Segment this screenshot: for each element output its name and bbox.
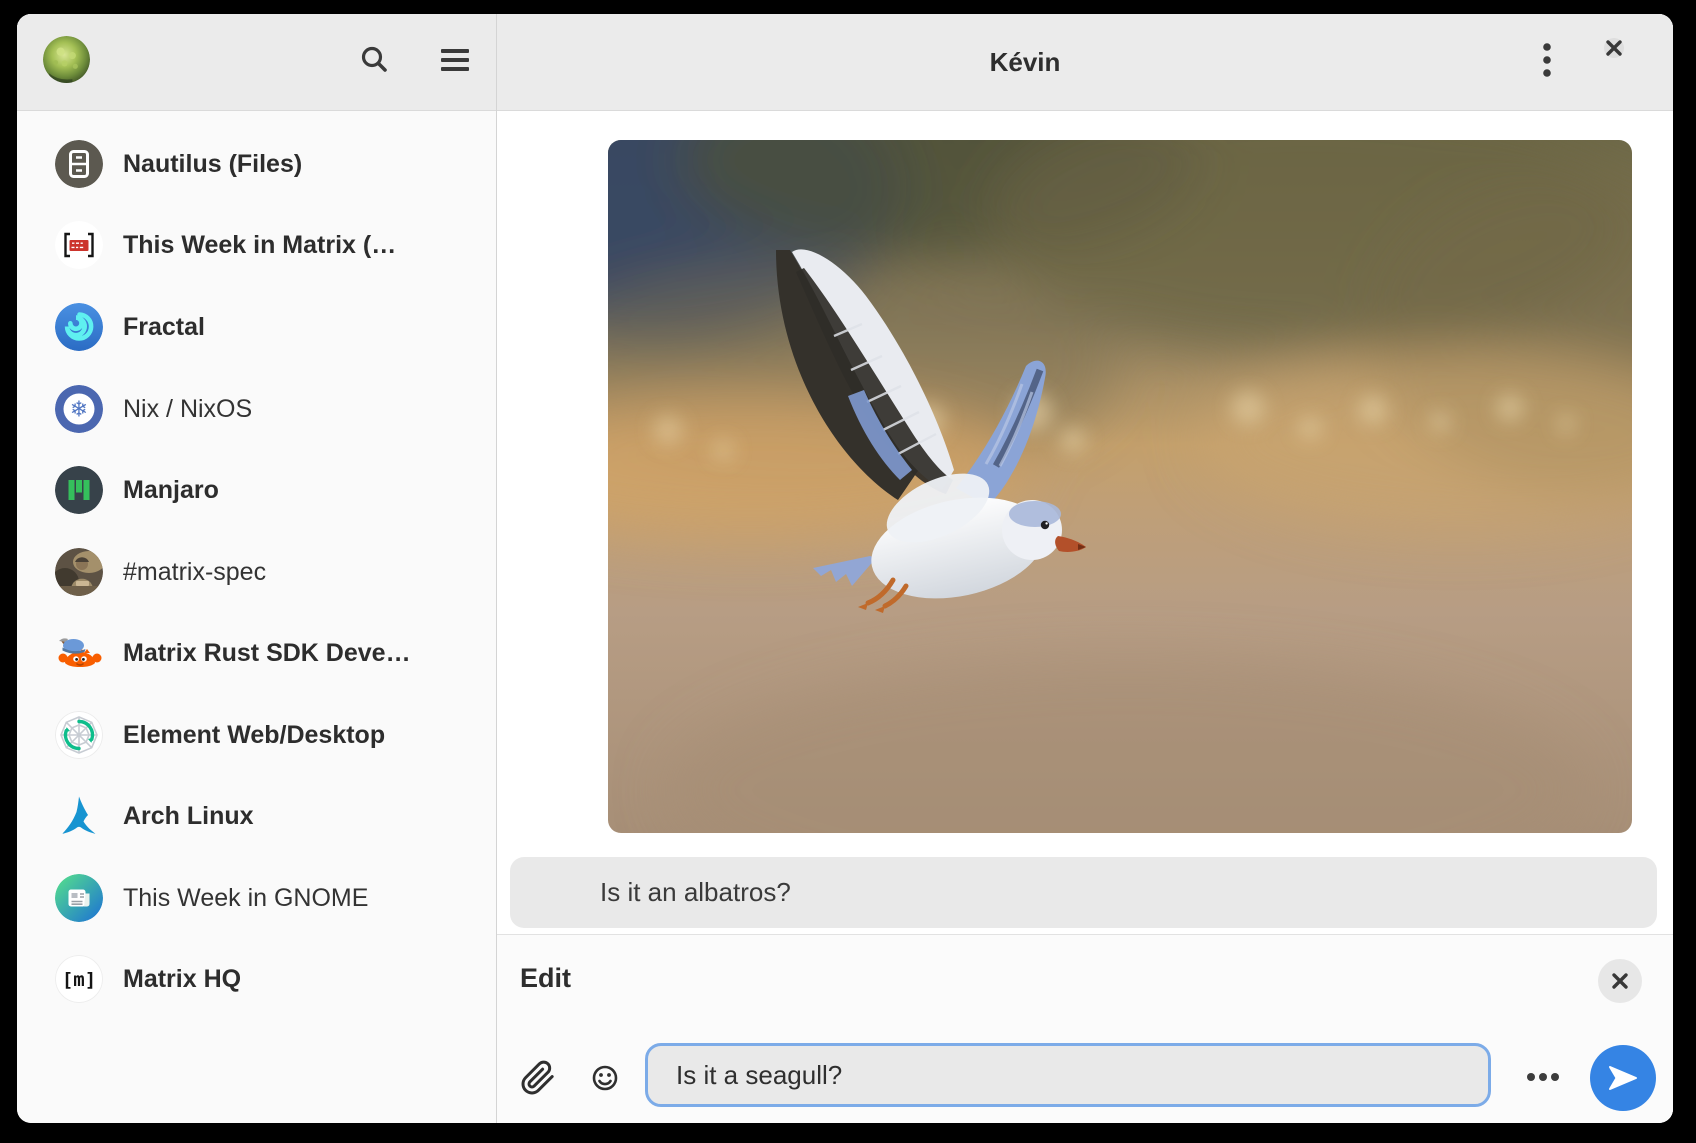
chat-pane: Kévin	[497, 14, 1673, 1123]
more-options-button[interactable]	[1520, 1054, 1566, 1100]
room-item-nautilus[interactable]: Nautilus (Files)	[17, 123, 495, 205]
arch-linux-avatar-icon	[55, 792, 103, 840]
seagull-photo	[608, 140, 1632, 833]
room-menu-button[interactable]	[1525, 38, 1569, 82]
search-button[interactable]	[353, 38, 397, 82]
nautilus-avatar-icon	[55, 140, 103, 188]
svg-text:❄: ❄	[70, 398, 88, 423]
window-close-button[interactable]	[1604, 38, 1624, 58]
attach-file-button[interactable]	[515, 1055, 561, 1101]
send-plane-icon	[1608, 1065, 1638, 1091]
twig-avatar-icon	[55, 874, 103, 922]
user-avatar[interactable]	[43, 36, 90, 83]
room-name: Nix / NixOS	[123, 368, 252, 450]
message-input[interactable]	[645, 1043, 1491, 1107]
room-name: Manjaro	[123, 449, 219, 531]
romanesco-avatar-image	[43, 36, 90, 83]
sidebar-header	[17, 14, 496, 111]
emoji-button[interactable]	[582, 1055, 628, 1101]
room-name: Matrix HQ	[123, 938, 241, 1020]
fractal-window: Nautilus (Files) This Week in Matrix (…	[17, 14, 1673, 1123]
message-text: Is it an albatros?	[600, 857, 791, 928]
room-name: This Week in Matrix (…	[123, 204, 396, 286]
compose-area: Edit	[497, 935, 1673, 1123]
room-item-matrix-hq[interactable]: [m] Matrix HQ	[17, 938, 495, 1020]
smiley-icon	[587, 1060, 623, 1096]
ferris-crab-avatar-icon	[55, 629, 103, 677]
room-title: Kévin	[497, 14, 1553, 111]
room-name: Nautilus (Files)	[123, 123, 302, 205]
ellipsis-icon	[1526, 1072, 1560, 1082]
twim-avatar-icon	[55, 221, 103, 269]
kebab-menu-icon	[1542, 42, 1552, 78]
main-menu-button[interactable]	[433, 38, 477, 82]
room-item-nixos[interactable]: ❄ Nix / NixOS	[17, 368, 495, 450]
room-item-rust-sdk[interactable]: Matrix Rust SDK Deve…	[17, 612, 495, 694]
room-name: Arch Linux	[123, 775, 254, 857]
paperclip-icon	[520, 1060, 556, 1096]
room-name: Element Web/Desktop	[123, 694, 385, 776]
room-item-twim[interactable]: This Week in Matrix (…	[17, 204, 495, 286]
manjaro-avatar-icon	[55, 466, 103, 514]
sidebar-divider	[496, 14, 497, 1123]
edit-mode-label: Edit	[520, 963, 571, 994]
message-image-seagull[interactable]	[608, 140, 1632, 833]
room-item-element[interactable]: Element Web/Desktop	[17, 694, 495, 776]
room-item-arch[interactable]: Arch Linux	[17, 775, 495, 857]
matrix-spec-avatar-photo	[55, 548, 103, 596]
hamburger-menu-icon	[440, 48, 470, 72]
message-bubble[interactable]: Is it an albatros?	[510, 857, 1657, 928]
close-icon	[1610, 971, 1630, 991]
close-icon	[1604, 38, 1624, 58]
room-name: Matrix Rust SDK Deve…	[123, 612, 411, 694]
room-name: Fractal	[123, 286, 205, 368]
chat-header: Kévin	[497, 14, 1673, 111]
matrix-hq-avatar-icon: [m]	[55, 955, 103, 1003]
room-item-fractal[interactable]: Fractal	[17, 286, 495, 368]
room-item-manjaro[interactable]: Manjaro	[17, 449, 495, 531]
search-icon	[357, 42, 393, 78]
send-button[interactable]	[1590, 1045, 1656, 1111]
fractal-avatar-icon	[55, 303, 103, 351]
room-item-matrix-spec[interactable]: #matrix-spec	[17, 531, 495, 613]
room-name: This Week in GNOME	[123, 857, 368, 939]
svg-text:[m]: [m]	[62, 969, 96, 991]
room-item-twig[interactable]: This Week in GNOME	[17, 857, 495, 939]
room-name: #matrix-spec	[123, 531, 266, 613]
sidebar: Nautilus (Files) This Week in Matrix (…	[17, 14, 496, 1123]
element-web-avatar-icon	[55, 711, 103, 759]
nixos-avatar-icon: ❄	[55, 385, 103, 433]
cancel-edit-button[interactable]	[1598, 959, 1642, 1003]
